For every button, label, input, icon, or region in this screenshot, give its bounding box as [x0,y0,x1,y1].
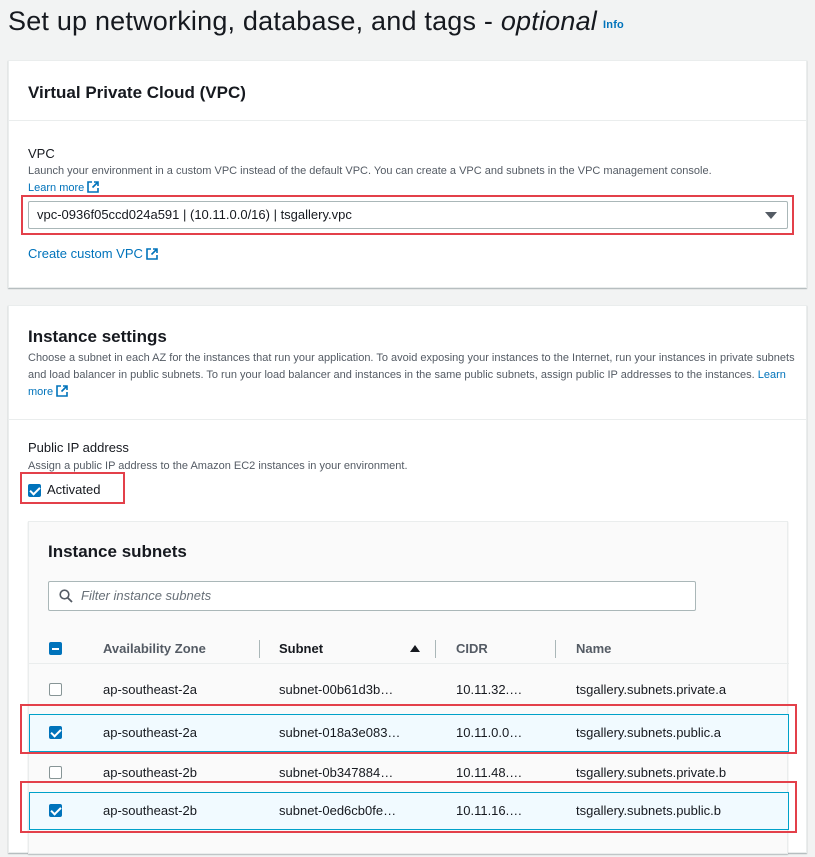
activated-label: Activated [47,482,101,497]
cell-cidr: 10.11.16.… [456,803,523,818]
cell-cidr: 10.11.32.… [456,682,523,697]
filter-placeholder: Filter instance subnets [81,588,212,603]
select-all-checkbox[interactable] [49,642,62,655]
row-checkbox[interactable] [49,683,62,696]
search-icon [59,589,73,603]
instance-subnets-title: Instance subnets [48,542,187,561]
page-title-optional: optional [500,6,598,36]
filter-subnets-input[interactable]: Filter instance subnets [48,581,696,611]
activated-checkbox-row[interactable]: Activated [28,482,101,498]
instance-settings-title: Instance settings [28,327,167,346]
column-divider[interactable] [259,640,260,658]
cell-az: ap-southeast-2a [103,725,197,740]
external-link-icon [56,385,68,397]
column-header-name[interactable]: Name [576,641,611,656]
column-header-subnet[interactable]: Subnet [279,641,323,656]
page-title-text: Set up networking, database, and tags - [8,6,501,36]
sort-ascending-icon[interactable] [410,645,420,652]
cell-subnet: subnet-00b61d3b… [279,682,394,697]
vpc-select-value: vpc-0936f05ccd024a591 | (10.11.0.0/16) |… [37,207,352,222]
instance-settings-panel: Instance settings Choose a subnet in eac… [8,305,807,854]
cell-name: tsgallery.subnets.private.a [576,682,727,697]
create-custom-vpc-link[interactable]: Create custom VPC [28,246,158,261]
vpc-learn-more-link[interactable]: Learn more [28,181,100,194]
cell-name: tsgallery.subnets.private.b [576,765,727,780]
vpc-description-text: Launch your environment in a custom VPC … [28,165,712,177]
cell-cidr: 10.11.48.… [456,765,523,780]
column-divider[interactable] [435,640,436,658]
cell-az: ap-southeast-2b [103,765,197,780]
row-checkbox[interactable] [49,766,62,779]
vpc-description: Launch your environment in a custom VPC … [28,163,798,197]
cell-az: ap-southeast-2a [103,682,197,697]
instance-settings-header: Instance settings Choose a subnet in eac… [9,306,806,420]
column-header-cidr[interactable]: CIDR [456,641,488,656]
vpc-label: VPC [28,146,55,161]
public-ip-label: Public IP address [28,440,129,455]
instance-settings-description: Choose a subnet in each AZ for the insta… [28,352,795,398]
vpc-panel: Virtual Private Cloud (VPC) VPC Launch y… [8,60,807,288]
cell-az: ap-southeast-2b [103,803,197,818]
page-title: Set up networking, database, and tags - … [8,6,624,37]
cell-cidr: 10.11.0.0… [456,725,523,740]
external-link-icon [87,181,100,193]
row-checkbox[interactable] [49,804,62,817]
info-link[interactable]: Info [603,19,624,31]
cell-subnet: subnet-0ed6cb0fe… [279,803,397,818]
table-row[interactable]: ap-southeast-2a subnet-00b61d3b… 10.11.3… [29,671,789,709]
row-checkbox[interactable] [49,726,62,739]
cell-name: tsgallery.subnets.public.a [576,725,722,740]
cell-subnet: subnet-018a3e083… [279,725,401,740]
table-row[interactable]: ap-southeast-2b subnet-0ed6cb0fe… 10.11.… [29,792,789,830]
vpc-panel-header: Virtual Private Cloud (VPC) [9,61,806,121]
external-link-icon [146,248,158,260]
activated-checkbox[interactable] [28,484,41,498]
table-header: Availability Zone Subnet CIDR Name [29,634,789,664]
column-divider[interactable] [555,640,556,658]
vpc-panel-title: Virtual Private Cloud (VPC) [28,83,246,102]
caret-down-icon [765,212,777,219]
instance-subnets-table: Instance subnets Filter instance subnets… [28,521,789,854]
public-ip-description: Assign a public IP address to the Amazon… [28,460,408,472]
table-row[interactable]: ap-southeast-2a subnet-018a3e083… 10.11.… [29,714,789,752]
table-row[interactable]: ap-southeast-2b subnet-0b347884… 10.11.4… [29,758,789,788]
cell-subnet: subnet-0b347884… [279,765,394,780]
cell-name: tsgallery.subnets.public.b [576,803,722,818]
column-header-az[interactable]: Availability Zone [103,641,206,656]
vpc-select[interactable]: vpc-0936f05ccd024a591 | (10.11.0.0/16) |… [28,201,788,229]
